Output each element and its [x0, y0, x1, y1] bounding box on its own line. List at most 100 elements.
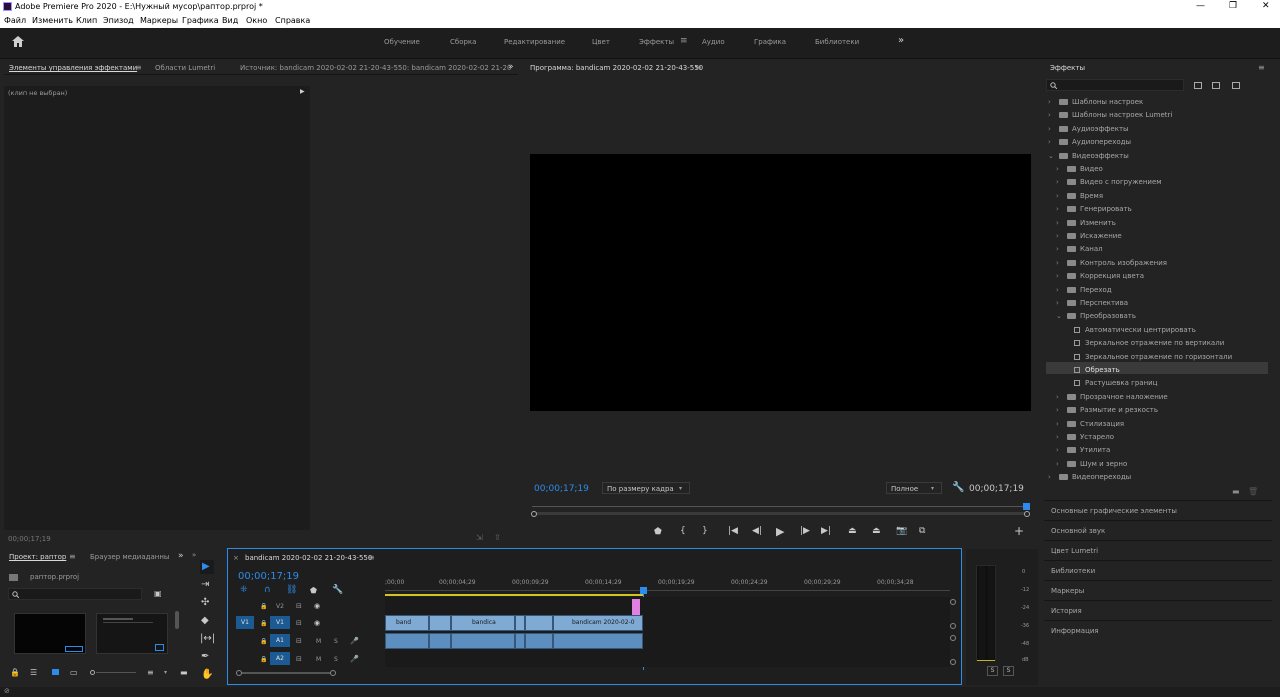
zoom-slider-track[interactable]	[96, 672, 136, 673]
section-lumetri-color[interactable]: Цвет Lumetri	[1051, 547, 1098, 555]
menu-clip[interactable]: Клип	[76, 16, 97, 25]
effect-item[interactable]: Зеркальное отражение по горизонтали	[1074, 353, 1232, 361]
chevron-right-icon[interactable]: ›	[1056, 420, 1059, 428]
home-icon[interactable]	[12, 36, 24, 47]
ripple-edit-tool-icon[interactable]: ✣	[201, 597, 209, 608]
effect-folder[interactable]: Аудиопереходы	[1059, 138, 1131, 146]
step-back-icon[interactable]: ◀|	[752, 526, 762, 536]
slip-tool-icon[interactable]: |↔|	[200, 633, 215, 644]
tools-overflow-icon[interactable]: »	[192, 551, 196, 559]
effect-folder[interactable]: Видеоэффекты	[1059, 152, 1129, 160]
video-clip[interactable]	[429, 615, 451, 631]
effect-item[interactable]: Автоматически центрировать	[1074, 326, 1196, 334]
mark-in-icon[interactable]: {	[680, 526, 686, 536]
chevron-right-icon[interactable]: ›	[1056, 192, 1059, 200]
section-markers[interactable]: Маркеры	[1051, 587, 1084, 595]
video-clip[interactable]: bandica	[451, 615, 515, 631]
chevron-down-icon[interactable]: ▾	[164, 669, 167, 676]
selection-tool-icon[interactable]: ▶	[202, 561, 210, 572]
media-thumbnail[interactable]	[96, 613, 168, 654]
audio-clip[interactable]	[385, 633, 429, 649]
hand-tool-icon[interactable]: ✋	[201, 669, 213, 680]
menu-markers[interactable]: Маркеры	[140, 16, 178, 25]
project-overflow-icon[interactable]: »	[178, 551, 184, 561]
program-panel-menu-icon[interactable]: ≡	[695, 63, 702, 72]
solo-right-button[interactable]: S	[1003, 666, 1014, 676]
effect-folder[interactable]: Шум и зерно	[1067, 460, 1127, 468]
time-ruler[interactable]	[385, 590, 950, 591]
step-forward-icon[interactable]: |▶	[800, 526, 810, 536]
effect-folder[interactable]: Аудиоэффекты	[1059, 125, 1129, 133]
tab-lumetri-scopes[interactable]: Области Lumetri	[155, 64, 215, 72]
effect-folder[interactable]: Генерировать	[1067, 205, 1132, 213]
solo-left-button[interactable]: S	[987, 666, 998, 676]
close-sequence-icon[interactable]: ×	[233, 554, 239, 562]
effect-folder[interactable]: Коррекция цвета	[1067, 272, 1144, 280]
pen-tool-icon[interactable]: ✒	[201, 651, 209, 662]
mark-out-icon[interactable]: }	[702, 526, 708, 536]
effects-search-input[interactable]	[1046, 79, 1184, 91]
chevron-right-icon[interactable]: ›	[1048, 138, 1051, 146]
chevron-right-icon[interactable]: ›	[1056, 433, 1059, 441]
effect-folder[interactable]: Искажение	[1067, 232, 1122, 240]
maximize-button[interactable]: ❐	[1229, 1, 1237, 11]
track-target-a2[interactable]: A2	[270, 652, 290, 665]
eye-icon[interactable]: ◉	[314, 619, 320, 627]
chevron-right-icon[interactable]: ›	[1056, 232, 1059, 240]
comparison-view-icon[interactable]: ⧉	[919, 526, 925, 536]
scrub-start-handle[interactable]	[531, 511, 537, 517]
solo-button[interactable]: S	[334, 656, 338, 663]
sync-lock-icon[interactable]: ⊟	[296, 637, 302, 645]
project-panel-menu-icon[interactable]: ≡	[69, 552, 76, 561]
yuv-effects-icon[interactable]	[1232, 82, 1240, 89]
effect-folder[interactable]: Утилита	[1067, 446, 1110, 454]
scrub-end-handle[interactable]	[1024, 511, 1030, 517]
section-history[interactable]: История	[1051, 607, 1082, 615]
filter-icon[interactable]: ⇲	[476, 533, 483, 542]
new-bin-icon[interactable]: ▬	[1232, 487, 1240, 496]
effect-folder[interactable]: Переход	[1067, 286, 1112, 294]
tab-project[interactable]: Проект: раптор	[9, 553, 66, 561]
lift-icon[interactable]: ⏏	[848, 526, 857, 536]
go-to-out-icon[interactable]: ▶|	[821, 526, 831, 536]
export-icon[interactable]: ⇪	[494, 533, 501, 542]
effect-folder[interactable]: Прозрачное наложение	[1067, 393, 1168, 401]
snap-magnet-icon[interactable]: ∩	[264, 585, 271, 595]
effect-folder[interactable]: Видео с погружением	[1067, 178, 1162, 186]
tab-media-browser[interactable]: Браузер медиаданны	[90, 553, 169, 561]
effect-folder[interactable]: Преобразовать	[1067, 312, 1136, 320]
video-clip[interactable]: bandicam 2020-02-0	[553, 615, 643, 631]
go-to-in-icon[interactable]: |◀	[728, 526, 738, 536]
track-select-tool-icon[interactable]: ⇥	[201, 579, 209, 590]
video-clip[interactable]: band	[385, 615, 429, 631]
chevron-right-icon[interactable]: ›	[1056, 205, 1059, 213]
nest-toggle-icon[interactable]: ⁜	[240, 585, 248, 595]
effect-item[interactable]: Растушевка границ	[1074, 379, 1157, 387]
effects-panel-menu-icon[interactable]: ≡	[1258, 63, 1265, 72]
zoom-bar[interactable]	[532, 506, 1029, 507]
effect-folder[interactable]: Шаблоны настроек	[1059, 98, 1143, 106]
video-clip[interactable]	[525, 615, 553, 631]
effect-folder[interactable]: Видео	[1067, 165, 1103, 173]
menu-window[interactable]: Окно	[246, 16, 267, 25]
menu-edit[interactable]: Изменить	[32, 16, 73, 25]
razor-tool-icon[interactable]: ◆	[201, 615, 209, 626]
horizontal-scrollbar[interactable]	[242, 672, 330, 674]
chevron-down-icon[interactable]: ⌄	[1056, 312, 1062, 320]
workspace-editing[interactable]: Редактирование	[504, 38, 565, 46]
source-patch-v1[interactable]: V1	[236, 616, 254, 629]
accelerated-effects-icon[interactable]	[1194, 82, 1202, 89]
new-bin-from-search-icon[interactable]: ▣	[154, 589, 162, 598]
v2-clip-marker[interactable]	[632, 599, 640, 615]
sync-lock-icon[interactable]: ⊟	[296, 655, 302, 663]
panel-menu-icon[interactable]: ≡	[135, 63, 142, 72]
chevron-right-icon[interactable]: ›	[1048, 473, 1051, 481]
effect-folder[interactable]: Шаблоны настроек Lumetri	[1059, 111, 1172, 119]
chevron-right-icon[interactable]: ›	[1056, 299, 1059, 307]
tab-source[interactable]: Источник: bandicam 2020-02-02 21-20-43-5…	[240, 64, 511, 72]
workspace-effects[interactable]: Эффекты	[639, 38, 674, 46]
lock-icon[interactable]: 🔒	[260, 620, 267, 627]
effect-folder[interactable]: Видеопереходы	[1059, 473, 1131, 481]
sort-icon[interactable]: ≡	[147, 668, 154, 677]
track-target-a1[interactable]: A1	[270, 634, 290, 647]
